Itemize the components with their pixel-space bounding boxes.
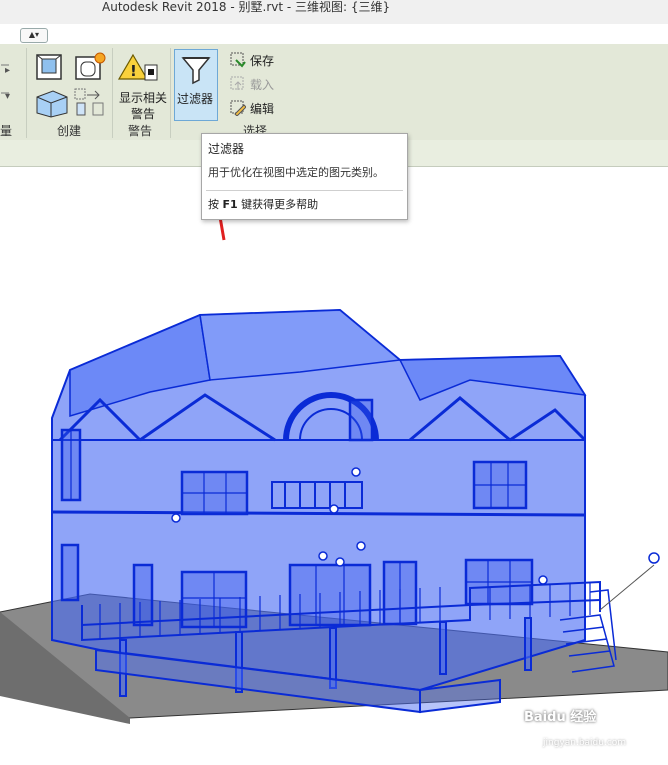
load-selection-icon: [230, 76, 244, 90]
cube-parts-icon: [36, 54, 62, 80]
save-selection-label: 保存: [250, 53, 275, 68]
load-selection-button[interactable]: 载入: [230, 74, 274, 94]
quick-access-dropdown[interactable]: ▲▾: [20, 28, 48, 43]
baidu-watermark: Baidu 经验: [524, 710, 597, 725]
partial-tool-icon: ▸ ▾: [1, 64, 10, 102]
load-selection-label: 载入: [250, 77, 275, 92]
tooltip-divider: [206, 190, 403, 191]
house-model[interactable]: [0, 167, 668, 765]
warning-icon: !: [117, 53, 158, 81]
save-selection-button[interactable]: 保存: [230, 50, 274, 70]
create-assembly-button[interactable]: [32, 86, 70, 120]
funnel-icon: [181, 57, 211, 85]
edit-selection-icon: [230, 100, 246, 116]
svg-text:!: !: [130, 62, 137, 80]
tooltip-help-suffix: 键获得更多帮助: [241, 198, 319, 211]
tooltip-title: 过滤器: [208, 142, 245, 156]
edit-selection-button[interactable]: 编辑: [230, 98, 274, 118]
filter-button[interactable]: 过滤器: [174, 49, 218, 121]
group-label-measure: 量: [0, 124, 13, 138]
svg-text:▸: ▸: [5, 65, 10, 76]
3d-view-canvas[interactable]: [0, 167, 668, 765]
partial-tool-button[interactable]: ▸ ▾: [0, 50, 24, 112]
create-group-button[interactable]: [72, 50, 108, 86]
title-bar: Autodesk Revit 2018 - 别墅.rvt - 三维视图: {三维…: [0, 0, 668, 24]
panel-separator: [26, 48, 27, 138]
tooltip-help: 按 F1 键获得更多帮助: [208, 196, 318, 212]
baidu-watermark-url: jingyan.baidu.com: [543, 738, 627, 748]
group-label-warning: 警告: [128, 124, 153, 138]
show-warnings-label-1: 显示相关: [119, 91, 168, 105]
window-title: Autodesk Revit 2018 - 别墅.rvt - 三维视图: {三维…: [102, 0, 391, 14]
group-star-icon: [75, 52, 106, 80]
tooltip-description: 用于优化在视图中选定的图元类别。: [208, 166, 384, 179]
show-related-warnings-button[interactable]: ! 显示相关 警告: [116, 50, 170, 122]
assembly-icon: [36, 90, 68, 118]
light-leader-line: [599, 564, 655, 611]
filter-label: 过滤器: [177, 92, 214, 106]
tooltip-help-key: F1: [222, 198, 238, 211]
show-warnings-label-2: 警告: [131, 107, 156, 121]
save-selection-icon: [230, 52, 246, 68]
edit-selection-label: 编辑: [250, 101, 275, 116]
group-label-create: 创建: [57, 124, 82, 138]
panel-separator: [112, 48, 113, 138]
panel-separator: [170, 48, 171, 138]
create-similar-button[interactable]: [72, 86, 108, 120]
tooltip-help-prefix: 按: [208, 198, 219, 211]
create-part-button[interactable]: [32, 50, 68, 86]
copy-elements-icon: [74, 88, 104, 116]
filter-tooltip: 过滤器 用于优化在视图中选定的图元类别。 按 F1 键获得更多帮助: [201, 133, 408, 220]
